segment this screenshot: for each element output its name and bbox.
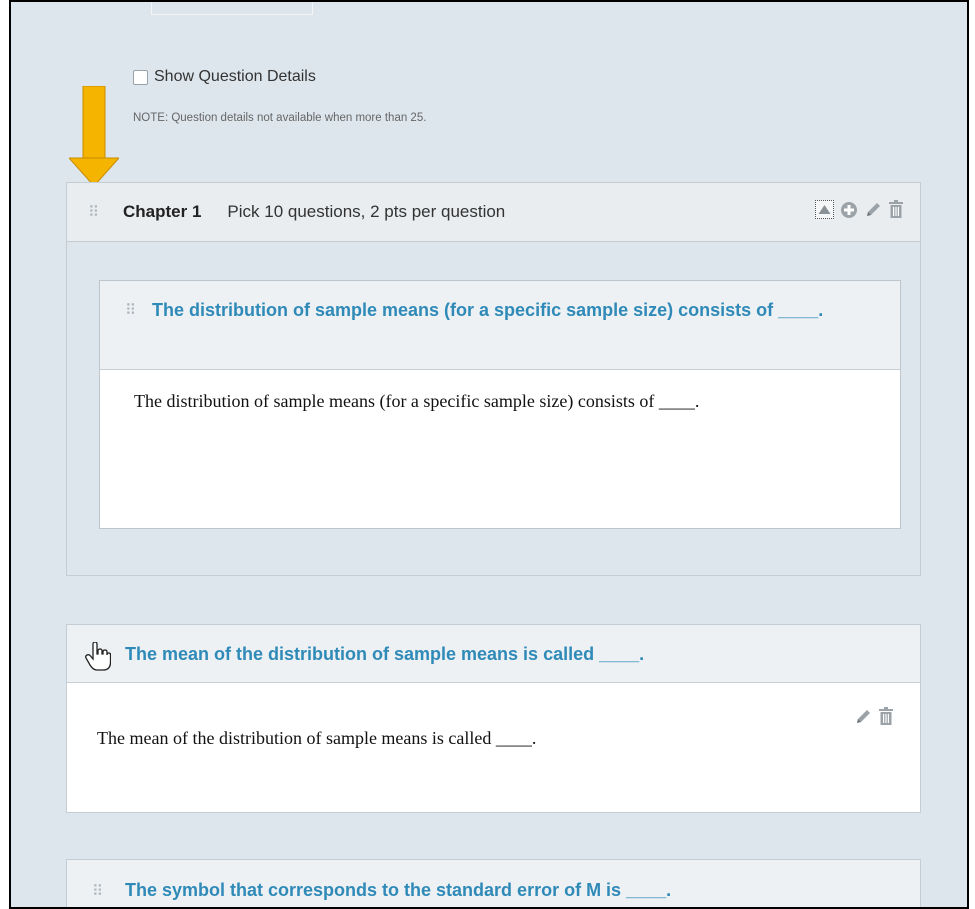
add-icon[interactable] bbox=[840, 201, 858, 219]
question-title-link[interactable]: The distribution of sample means (for a … bbox=[120, 297, 880, 324]
details-note: NOTE: Question details not available whe… bbox=[133, 112, 427, 124]
question-card: The mean of the distribution of sample m… bbox=[66, 624, 921, 813]
pencil-icon[interactable] bbox=[864, 201, 882, 219]
question-text: The distribution of sample means (for a … bbox=[134, 391, 700, 411]
trash-icon[interactable] bbox=[878, 707, 894, 726]
question-card: ⠿ The distribution of sample means (for … bbox=[99, 280, 901, 529]
question-group-header[interactable]: ⠿ Chapter 1 Pick 10 questions, 2 pts per… bbox=[67, 183, 920, 242]
question-actions bbox=[854, 707, 894, 726]
drag-handle-icon[interactable]: ⠿ bbox=[91, 884, 103, 899]
show-question-details-row[interactable]: Show Question Details bbox=[133, 68, 316, 86]
group-description: Pick 10 questions, 2 pts per question bbox=[227, 202, 506, 221]
collapse-up-icon[interactable] bbox=[815, 200, 834, 219]
question-header[interactable]: The mean of the distribution of sample m… bbox=[67, 625, 920, 683]
show-question-details-checkbox[interactable] bbox=[133, 69, 148, 85]
question-group-chapter-1: ⠿ Chapter 1 Pick 10 questions, 2 pts per… bbox=[66, 182, 921, 576]
question-title-link[interactable]: The symbol that corresponds to the stand… bbox=[125, 879, 671, 901]
question-title-link[interactable]: The mean of the distribution of sample m… bbox=[125, 643, 644, 665]
question-pool-panel: Show Question Details NOTE: Question det… bbox=[9, 0, 969, 909]
hand-cursor-icon bbox=[85, 642, 111, 671]
group-actions bbox=[815, 200, 904, 219]
question-card: ⠿ The symbol that corresponds to the sta… bbox=[66, 859, 921, 907]
drag-handle-icon[interactable]: ⠿ bbox=[124, 303, 136, 318]
drag-handle-icon[interactable]: ⠿ bbox=[87, 204, 99, 220]
question-title-text[interactable]: The distribution of sample means (for a … bbox=[152, 300, 823, 320]
annotation-arrow-icon bbox=[69, 86, 119, 186]
trash-icon[interactable] bbox=[888, 200, 904, 219]
question-header[interactable]: ⠿ The distribution of sample means (for … bbox=[100, 281, 900, 370]
question-text: The mean of the distribution of sample m… bbox=[97, 728, 537, 748]
show-question-details-label[interactable]: Show Question Details bbox=[154, 68, 316, 86]
group-title: Chapter 1 bbox=[123, 202, 202, 221]
top-tab-hint bbox=[151, 2, 313, 15]
pencil-icon[interactable] bbox=[854, 708, 872, 726]
